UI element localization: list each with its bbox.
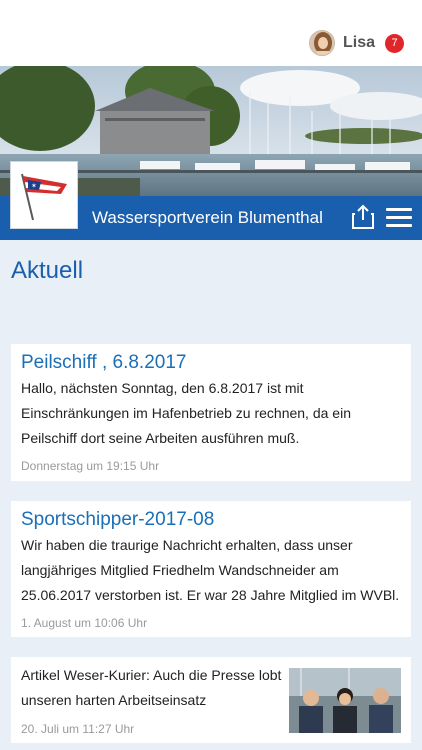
user-name[interactable]: Lisa [343,34,375,52]
club-title: Wassersportverein Blumenthal [92,208,323,227]
top-bar: Lisa 7 [0,0,422,66]
user-menu[interactable]: Lisa 7 [308,30,404,56]
news-card[interactable]: Artikel Weser-Kurier: Auch die Presse lo… [11,657,411,743]
share-icon[interactable] [351,204,375,230]
hamburger-menu-icon[interactable] [386,208,412,228]
news-thumbnail[interactable] [289,668,401,733]
news-card[interactable]: Peilschiff , 6.8.2017 Hallo, nächsten So… [11,344,411,481]
news-time: Donnerstag um 19:15 Uhr [21,459,160,473]
club-flag-logo[interactable]: ✶ [10,161,78,229]
news-text[interactable]: Artikel Weser-Kurier: Auch die Presse lo… [21,663,283,713]
avatar[interactable] [308,30,335,56]
news-time: 20. Juli um 11:27 Uhr [21,722,135,736]
page-title: Aktuell [11,257,84,284]
news-text: Wir haben die traurige Nachricht erhalte… [21,537,400,603]
news-title[interactable]: Peilschiff , 6.8.2017 [21,352,186,374]
news-title[interactable]: Sportschipper-2017-08 [21,509,214,531]
svg-text:✶: ✶ [31,182,37,190]
notification-badge[interactable]: 7 [385,33,404,53]
news-text: Hallo, nächsten Sonntag, den 6.8.2017 is… [21,380,351,446]
news-card[interactable]: Sportschipper-2017-08 Wir haben die trau… [11,501,411,637]
news-time: 1. August um 10:06 Uhr [21,616,148,630]
